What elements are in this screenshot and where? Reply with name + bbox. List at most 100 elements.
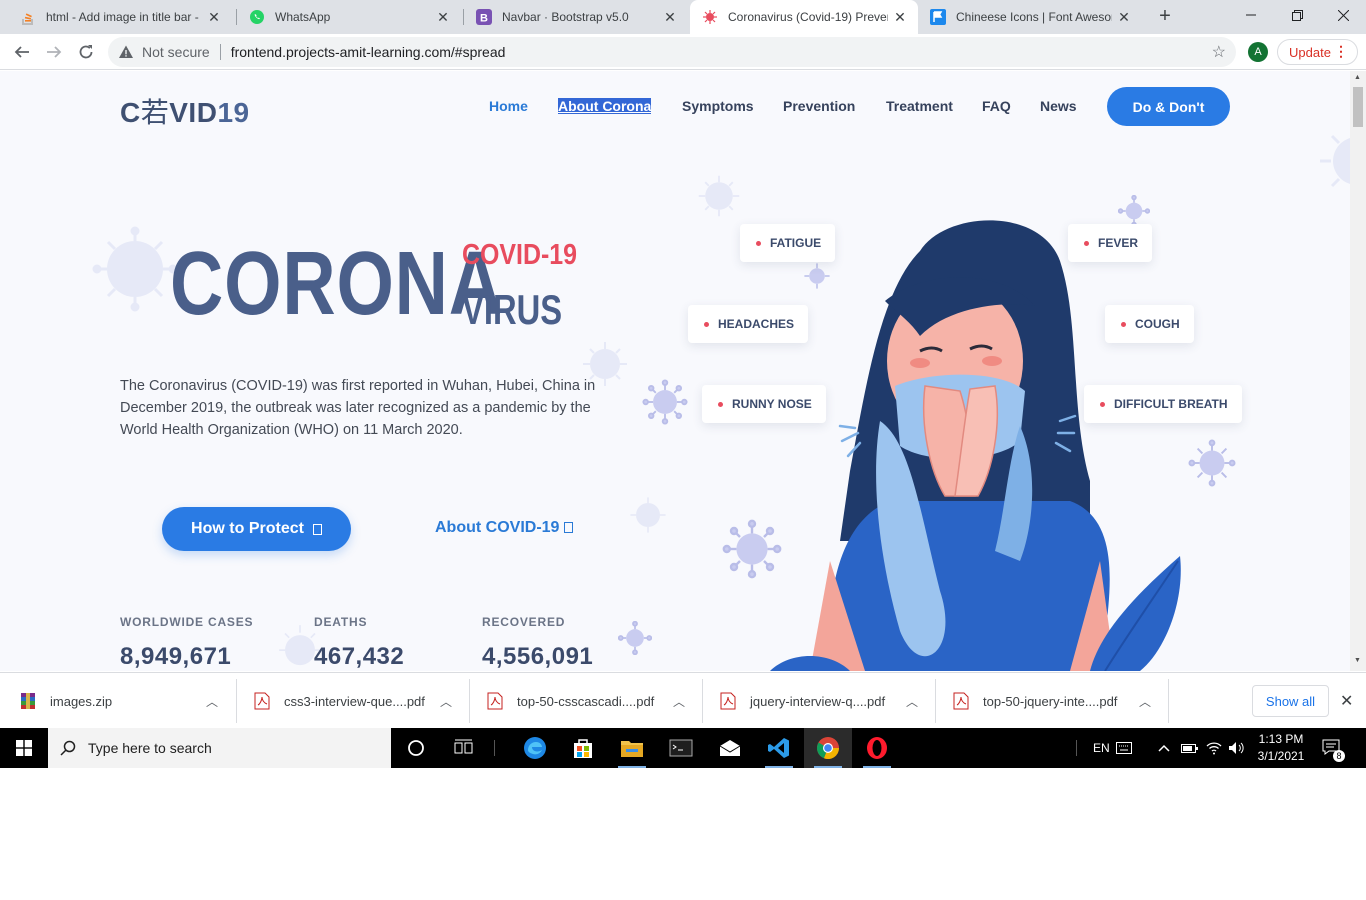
terminal-icon[interactable] (657, 728, 705, 768)
virus-decoration-icon (630, 497, 666, 533)
scrollbar-thumb[interactable] (1353, 87, 1363, 127)
download-item[interactable]: top-50-jquery-inte....pdf ︿ (953, 673, 1163, 729)
input-language[interactable]: EN (1093, 728, 1110, 768)
windows-start-icon[interactable] (0, 728, 48, 768)
omnibox-divider (219, 44, 221, 60)
file-explorer-icon[interactable] (608, 728, 656, 768)
stat-value: 8,949,671 (120, 643, 232, 670)
battery-icon[interactable] (1181, 728, 1199, 768)
nav-link-prevention[interactable]: Prevention (783, 98, 855, 114)
nav-link-faq[interactable]: FAQ (982, 98, 1011, 114)
show-all-downloads-button[interactable]: Show all (1252, 685, 1329, 717)
downloads-bar: images.zip ︿ css3-interview-que....pdf ︿… (0, 672, 1366, 728)
nav-link-symptoms[interactable]: Symptoms (682, 98, 754, 114)
restore-window-icon[interactable] (1274, 0, 1320, 30)
download-divider (1168, 679, 1169, 723)
stat-recovered: RECOVERED 4,556,091 (482, 615, 593, 671)
chevron-up-icon[interactable]: ︿ (673, 693, 685, 710)
download-item[interactable]: css3-interview-que....pdf ︿ (254, 673, 464, 729)
wifi-icon[interactable] (1206, 728, 1222, 768)
download-filename: css3-interview-que....pdf (284, 693, 425, 709)
hero-title-virus: VIRUS (462, 286, 563, 333)
profile-avatar[interactable]: A (1248, 42, 1268, 62)
notification-center-icon[interactable]: 8 (1322, 728, 1345, 768)
taskbar-clock[interactable]: 1:13 PM 3/1/2021 (1248, 731, 1314, 765)
symptom-chip-runny-nose: RUNNY NOSE (702, 385, 826, 423)
stat-value: 4,556,091 (482, 643, 594, 670)
keyboard-icon[interactable] (1116, 728, 1132, 768)
chevron-up-icon[interactable]: ︿ (1139, 693, 1151, 710)
bullet-dot (756, 240, 761, 246)
clock-time: 1:13 PM (1258, 732, 1304, 746)
taskbar-search-input[interactable]: Type here to search (48, 728, 391, 768)
symptom-chip-fatigue: FATIGUE (740, 224, 836, 262)
chevron-up-icon[interactable]: ︿ (440, 693, 452, 710)
chevron-up-icon[interactable]: ︿ (906, 693, 918, 710)
back-arrow-icon[interactable] (10, 40, 34, 64)
tab-coronavirus-active[interactable]: Coronavirus (Covid-19) Prevent ✕ (690, 0, 918, 34)
update-button[interactable]: Update ⋮ (1277, 39, 1358, 65)
tab-close-icon[interactable]: ✕ (206, 9, 222, 26)
reload-icon[interactable] (74, 40, 98, 64)
nav-link-news[interactable]: News (1040, 98, 1077, 114)
symptom-label: FEVER (1098, 236, 1139, 250)
chrome-icon[interactable] (804, 728, 852, 768)
download-filename: top-50-csscascadi....pdf (517, 693, 655, 709)
forward-arrow-icon[interactable] (42, 40, 66, 64)
task-view-icon[interactable] (440, 728, 488, 768)
tab-bootstrap[interactable]: B Navbar · Bootstrap v5.0 ✕ (464, 0, 688, 34)
page-scrollbar[interactable]: ▲ ▼ (1350, 71, 1366, 671)
download-item[interactable]: top-50-csscascadi....pdf ︿ (487, 673, 697, 729)
bookmark-star-icon[interactable]: ☆ (1212, 42, 1226, 62)
microsoft-store-icon[interactable] (559, 728, 607, 768)
close-downloads-icon[interactable]: ✕ (1340, 691, 1353, 711)
about-covid19-link[interactable]: About COVID-19 (435, 519, 574, 537)
more-menu-icon[interactable]: ⋮ (1334, 43, 1348, 60)
download-item[interactable]: images.zip ︿ (20, 673, 230, 729)
nav-link-home[interactable]: Home (489, 98, 528, 114)
stackoverflow-icon (20, 9, 36, 25)
edge-browser-icon[interactable] (511, 728, 559, 768)
scroll-up-arrow-icon[interactable]: ▲ (1354, 74, 1361, 81)
tab-font-awesome[interactable]: Chineese Icons | Font Awesom ✕ (918, 0, 1142, 34)
symptom-label: FATIGUE (770, 236, 822, 250)
download-filename: top-50-jquery-inte....pdf (983, 693, 1118, 709)
address-bar[interactable]: Not secure frontend.projects-amit-learni… (108, 37, 1236, 67)
taskbar-divider (1076, 740, 1077, 756)
how-to-protect-button[interactable]: How to Protect (162, 507, 351, 551)
volume-icon[interactable] (1228, 728, 1246, 768)
nav-link-about-corona[interactable]: About Corona (558, 98, 652, 114)
do-and-dont-button[interactable]: Do & Don't (1107, 87, 1230, 126)
chevron-up-icon[interactable] (1158, 728, 1170, 768)
tab-close-icon[interactable]: ✕ (662, 9, 678, 26)
minimize-window-icon[interactable] (1228, 0, 1274, 30)
url-text[interactable]: frontend.projects-amit-learning.com/#spr… (231, 44, 506, 60)
cortana-icon[interactable] (392, 728, 440, 768)
virus-decoration-icon (92, 226, 178, 312)
symptom-label: COUGH (1135, 317, 1180, 331)
symptom-chip-headaches: HEADACHES (688, 305, 809, 343)
tab-title: Coronavirus (Covid-19) Prevent (728, 10, 888, 24)
tab-whatsapp[interactable]: WhatsApp ✕ (237, 0, 461, 34)
opera-icon[interactable] (853, 728, 901, 768)
tab-close-icon[interactable]: ✕ (892, 9, 908, 26)
download-item[interactable]: jquery-interview-q....pdf ︿ (720, 673, 930, 729)
nav-link-treatment[interactable]: Treatment (886, 98, 953, 114)
svg-text:B: B (480, 13, 488, 25)
pdf-file-icon (254, 692, 270, 710)
tab-strip: html - Add image in title bar - ✕ WhatsA… (0, 0, 1366, 34)
site-logo[interactable]: C若VID19 (120, 91, 250, 131)
mail-icon[interactable] (706, 728, 754, 768)
tab-stackoverflow[interactable]: html - Add image in title bar - ✕ (8, 0, 232, 34)
vscode-icon[interactable] (755, 728, 803, 768)
close-window-icon[interactable] (1320, 0, 1366, 30)
warning-triangle-icon[interactable] (118, 44, 134, 60)
zip-archive-icon (21, 693, 35, 709)
tab-close-icon[interactable]: ✕ (435, 9, 451, 26)
new-tab-plus-icon[interactable]: + (1155, 6, 1175, 28)
tab-close-icon[interactable]: ✕ (1116, 9, 1132, 26)
chevron-up-icon[interactable]: ︿ (206, 693, 218, 710)
taskbar-divider (494, 740, 495, 756)
download-divider (935, 679, 936, 723)
scroll-down-arrow-icon[interactable]: ▼ (1354, 657, 1361, 664)
